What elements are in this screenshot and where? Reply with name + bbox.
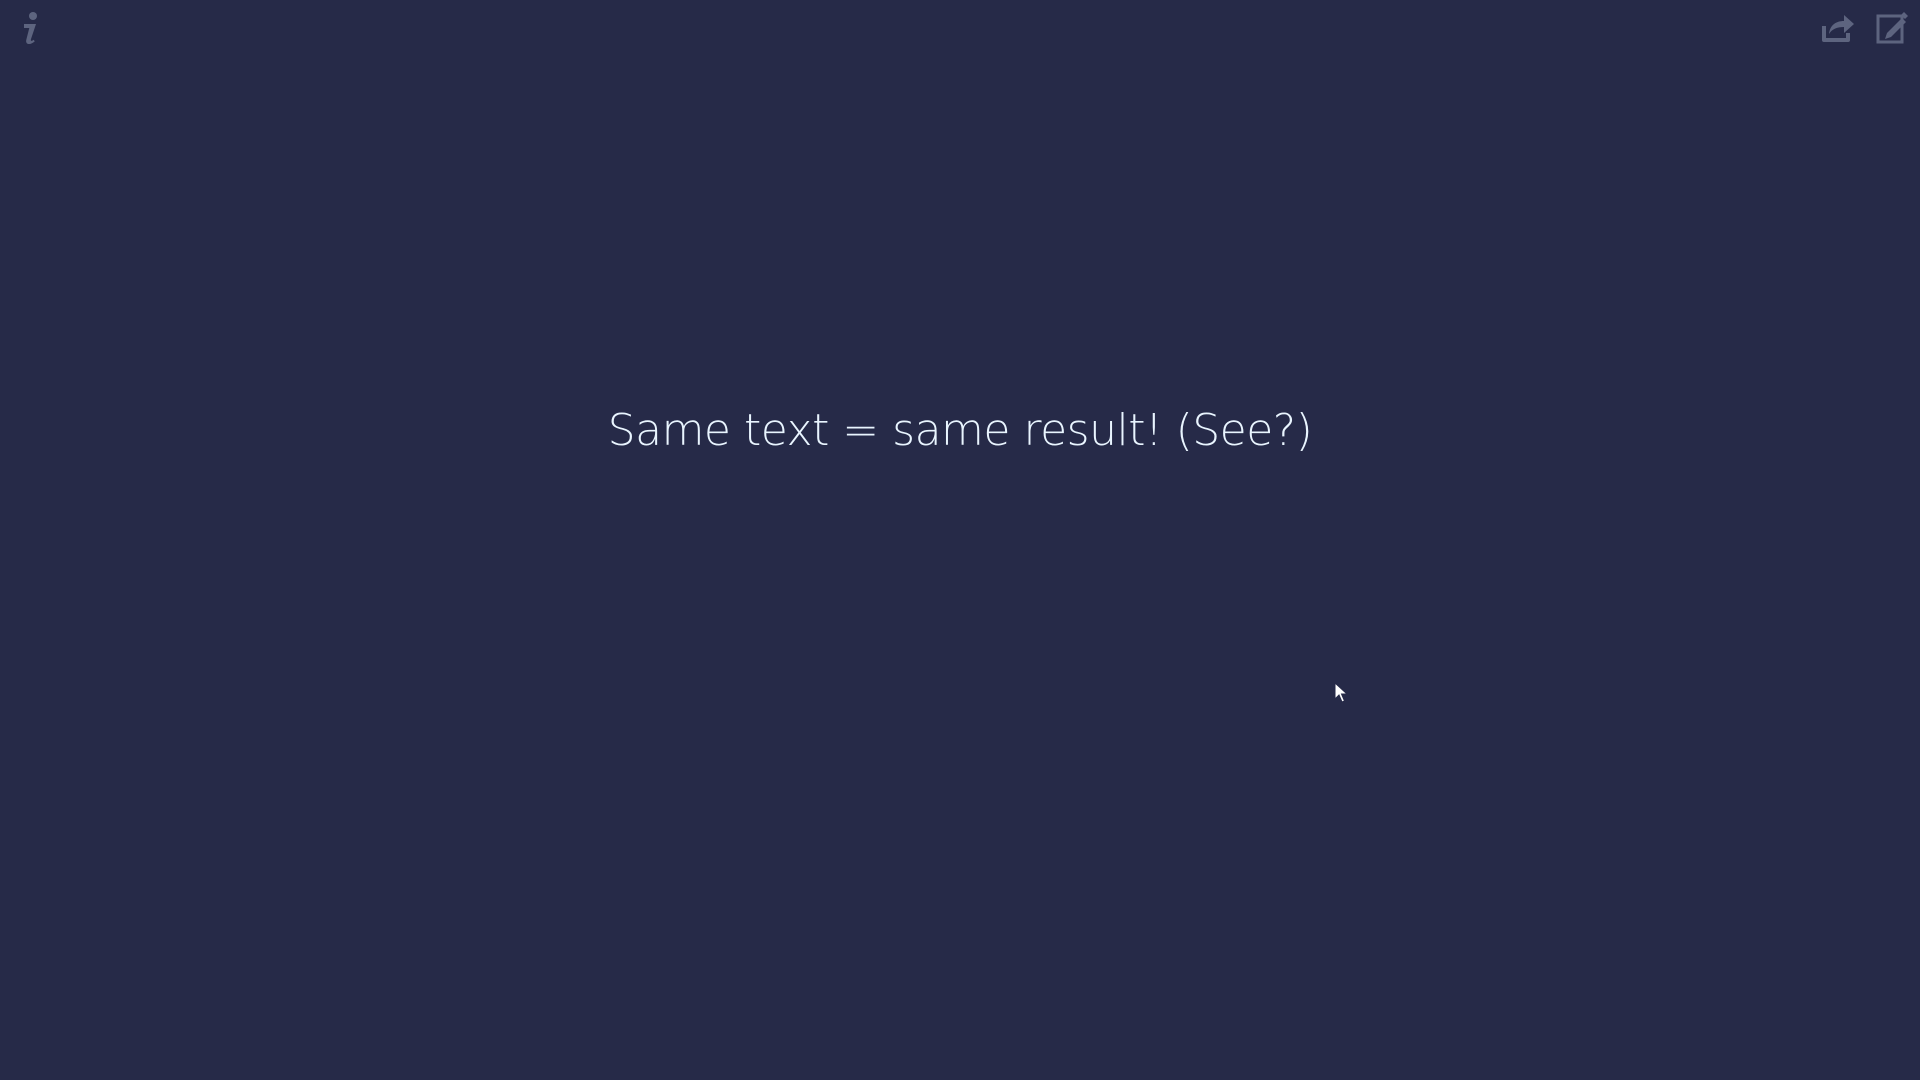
edit-icon [1876, 12, 1908, 44]
share-icon [1822, 15, 1854, 42]
info-icon [24, 12, 37, 44]
top-left-toolbar [10, 8, 50, 48]
top-right-toolbar [1818, 8, 1912, 48]
info-button[interactable] [10, 8, 50, 48]
edit-button[interactable] [1872, 8, 1912, 48]
mouse-pointer-icon [1334, 682, 1348, 703]
share-button[interactable] [1818, 8, 1858, 48]
result-message: Same text = same result! (See?) [607, 405, 1313, 456]
